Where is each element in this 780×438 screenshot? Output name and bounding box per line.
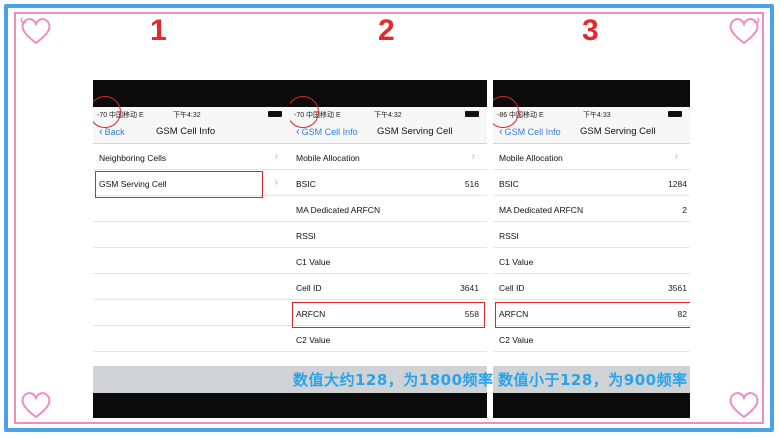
chevron-right-icon: ›	[674, 151, 678, 162]
list-item-c1-value: C1 Value	[290, 248, 487, 274]
list-item-ma-dedicated-arfcn: MA Dedicated ARFCN	[290, 196, 487, 222]
row-value: 3641	[460, 283, 479, 293]
row-label: RSSI	[499, 231, 519, 241]
caption-strip	[93, 366, 290, 393]
row-label: Mobile Allocation	[499, 153, 563, 163]
screen-top-bar	[290, 80, 487, 107]
row-label: BSIC	[296, 179, 316, 189]
step-number-1: 1	[150, 14, 167, 47]
row-value: 516	[464, 179, 479, 189]
back-button[interactable]: ‹ GSM Cell Info	[499, 126, 561, 138]
list-item	[93, 196, 290, 222]
chevron-right-icon: ›	[274, 151, 278, 162]
nav-bar: ‹ GSM Cell Info GSM Serving Cell	[493, 121, 690, 144]
status-time: 下午4:33	[583, 112, 611, 119]
list-item	[93, 300, 290, 326]
screen-top-bar	[93, 80, 290, 107]
screen-bottom-bar	[93, 393, 290, 418]
list-item-bsic: BSIC 516	[290, 170, 487, 196]
list-item-mobile-allocation[interactable]: Mobile Allocation ›	[290, 144, 487, 170]
screen-top-bar	[493, 80, 690, 107]
chevron-right-icon: ›	[471, 151, 475, 162]
list-item-mobile-allocation[interactable]: Mobile Allocation ›	[493, 144, 690, 170]
chevron-left-icon: ‹	[296, 126, 300, 138]
caption-900: 数值小于128，为900频率	[498, 371, 688, 389]
nav-bar: ‹ GSM Cell Info GSM Serving Cell	[290, 121, 487, 144]
row-value: 1284	[668, 179, 687, 189]
row-label: MA Dedicated ARFCN	[296, 205, 381, 215]
list-item	[93, 248, 290, 274]
list-item-neighboring-cells[interactable]: Neighboring Cells ›	[93, 144, 290, 170]
arfcn-highlight	[495, 302, 690, 328]
status-bar: -86 中国移动 E 下午4:33	[493, 107, 690, 121]
row-label: RSSI	[296, 231, 316, 241]
list-item-c1-value: C1 Value	[493, 248, 690, 274]
gsm-serving-cell-highlight	[95, 171, 263, 198]
row-label: C2 Value	[296, 335, 331, 345]
row-value: 3561	[668, 283, 687, 293]
list-item-cell-id: Cell ID 3561	[493, 274, 690, 300]
row-label: Mobile Allocation	[296, 153, 360, 163]
heart-icon	[726, 16, 762, 46]
status-time: 下午4:32	[173, 112, 201, 119]
list-item-ma-dedicated-arfcn: MA Dedicated ARFCN 2	[493, 196, 690, 222]
page-title: GSM Serving Cell	[377, 126, 453, 137]
page-title: GSM Serving Cell	[580, 126, 656, 137]
list-item-c2-value: C2 Value	[290, 326, 487, 352]
row-label: BSIC	[499, 179, 519, 189]
row-label: MA Dedicated ARFCN	[499, 205, 584, 215]
step-number-3: 3	[582, 14, 599, 47]
heart-icon	[18, 390, 54, 420]
status-bar: -70 中国移动 E 下午4:32	[290, 107, 487, 121]
list-item	[93, 326, 290, 352]
status-bar: -70 中国移动 E 下午4:32	[93, 107, 290, 121]
back-label: GSM Cell Info	[504, 127, 561, 137]
page-title: GSM Cell Info	[156, 126, 216, 137]
battery-icon	[268, 111, 282, 117]
list-item-bsic: BSIC 1284	[493, 170, 690, 196]
row-label: C2 Value	[499, 335, 534, 345]
list-item-rssi: RSSI	[493, 222, 690, 248]
step-number-2: 2	[378, 14, 395, 47]
battery-icon	[668, 111, 682, 117]
phone-screen-1: -70 中国移动 E 下午4:32 ‹ Back GSM Cell Info Ne…	[93, 80, 290, 418]
chevron-right-icon: ›	[274, 177, 278, 188]
back-label: GSM Cell Info	[301, 127, 358, 137]
row-label: Neighboring Cells	[99, 153, 167, 163]
list-item	[93, 222, 290, 248]
list-item-rssi: RSSI	[290, 222, 487, 248]
row-label: C1 Value	[296, 257, 331, 267]
status-time: 下午4:32	[374, 112, 402, 119]
screen-bottom-bar	[493, 393, 690, 418]
screen-bottom-bar	[290, 393, 487, 418]
row-value: 2	[682, 205, 687, 215]
back-label: Back	[104, 127, 125, 137]
list-item	[93, 274, 290, 300]
list-item-c2-value: C2 Value	[493, 326, 690, 352]
row-label: C1 Value	[499, 257, 534, 267]
nav-bar: ‹ Back GSM Cell Info	[93, 121, 290, 144]
row-label: Cell ID	[296, 283, 322, 293]
list-item-cell-id: Cell ID 3641	[290, 274, 487, 300]
heart-icon	[726, 390, 762, 420]
row-label: Cell ID	[499, 283, 525, 293]
battery-icon	[465, 111, 479, 117]
phone-screen-3: -86 中国移动 E 下午4:33 ‹ GSM Cell Info GSM Ser…	[493, 80, 690, 418]
heart-icon	[18, 16, 54, 46]
arfcn-highlight	[292, 302, 485, 328]
caption-1800: 数值大约128，为1800频率	[293, 371, 494, 389]
phone-screen-2: -70 中国移动 E 下午4:32 ‹ GSM Cell Info GSM Ser…	[290, 80, 487, 418]
